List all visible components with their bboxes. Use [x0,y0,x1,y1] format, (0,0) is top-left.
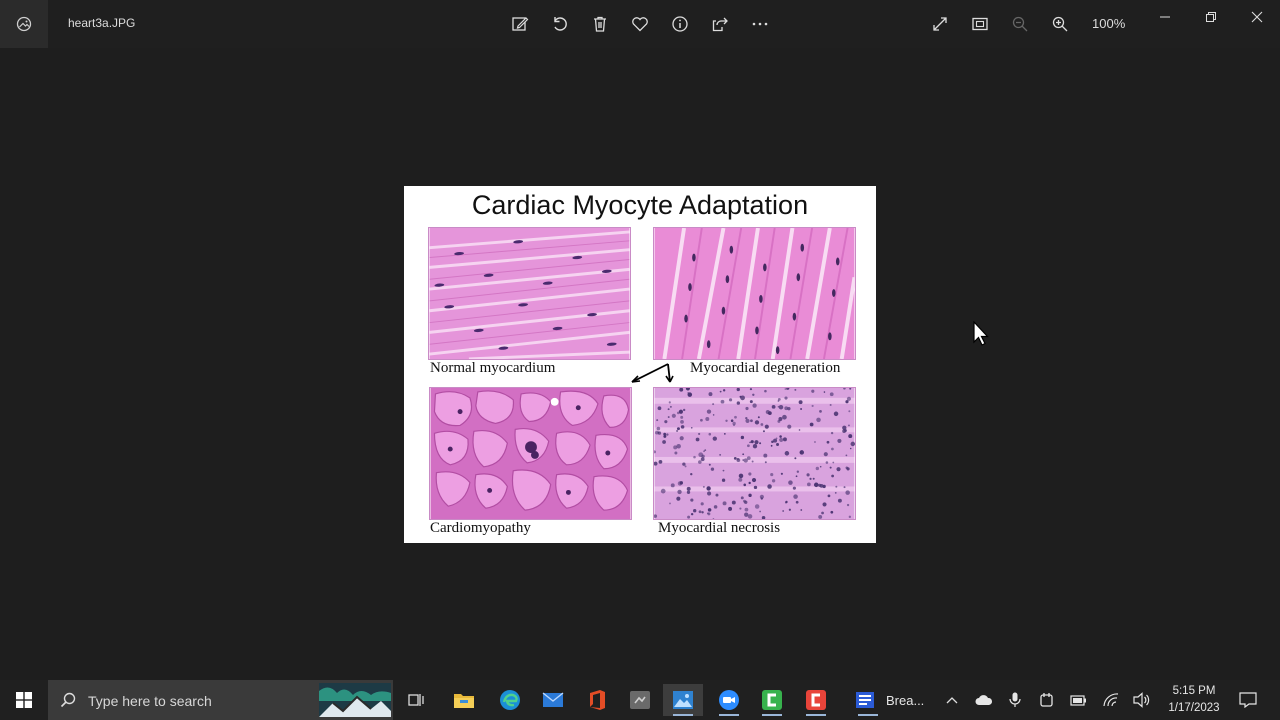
meet-now-button[interactable] [1037,690,1057,710]
clock-time: 5:15 PM [1172,685,1216,697]
rotate-icon [554,17,567,31]
slide-title: Cardiac Myocyte Adaptation [471,190,809,220]
running-indicator [858,714,878,716]
notifications-button[interactable] [1238,690,1258,710]
taskbar-app-gray[interactable] [620,684,660,716]
task-view-button[interactable] [396,684,436,716]
caption-cardiomyopathy: Cardiomyopathy [430,520,531,536]
clock-date: 1/17/2023 [1168,702,1220,714]
info-icon [672,16,688,32]
micrograph-cardiomyopathy [429,387,632,520]
share-button[interactable] [708,12,732,36]
search-placeholder: Type here to search [88,693,212,709]
photos-app-button[interactable] [0,0,48,48]
speaker-icon [1133,692,1150,708]
meet-now-icon [1040,693,1053,707]
zoom-level[interactable]: 100% [1092,16,1125,31]
taskbar-camtasia-red[interactable] [796,684,836,716]
taskbar-file-explorer[interactable] [444,684,484,716]
camtasia-green-icon [762,690,782,710]
caption-normal-myocardium: Normal myocardium [430,360,556,376]
rotate-button[interactable] [548,12,572,36]
edit-icon [512,17,529,31]
taskbar-search-box[interactable]: Type here to search [48,680,393,720]
taskbar-word-document[interactable]: Brea... [848,684,934,716]
micrograph-myocardial-necrosis [653,387,856,520]
start-button[interactable] [0,680,48,720]
taskbar-photos[interactable] [663,684,703,716]
zoom-in-button[interactable] [1048,12,1072,36]
chevron-up-icon [946,697,958,704]
search-icon [60,692,76,708]
micrograph-myocardial-degeneration [653,227,856,360]
favorite-button[interactable] [628,12,652,36]
volume-button[interactable] [1132,690,1152,710]
wifi-icon [1103,693,1119,707]
restore-button[interactable] [1196,6,1226,28]
running-indicator [719,714,739,716]
mail-icon [542,692,564,707]
active-indicator [673,714,693,716]
photos-toolbar: heart3a.JPG 100% [0,0,1280,48]
taskbar-clock[interactable]: 5:15 PM 1/17/2023 [1164,683,1224,717]
cloud-icon [975,695,993,705]
trash-icon [594,16,606,32]
actual-size-button[interactable] [968,12,992,36]
delete-button[interactable] [588,12,612,36]
folder-icon [454,694,474,708]
search-highlight-image [319,683,391,717]
running-indicator [806,714,826,716]
actual-size-icon [972,17,988,31]
office-icon [590,690,605,710]
taskbar-office[interactable] [577,684,617,716]
microphone-icon [1009,692,1021,707]
caption-myocardial-necrosis: Myocardial necrosis [658,520,781,536]
edit-image-button[interactable] [508,12,532,36]
zoom-out-icon [1012,16,1028,32]
heart-icon [632,17,648,32]
battery-plug-icon [1070,695,1086,706]
windows-logo-icon [16,692,32,708]
video-call-icon [719,690,739,710]
edge-browser-icon [500,690,520,710]
notification-icon [1239,692,1257,708]
share-icon [712,17,728,32]
mouse-cursor-icon [973,321,989,346]
word-document-label: Brea... [886,692,925,708]
taskbar-zoom[interactable] [709,684,749,716]
restore-icon [1206,12,1216,22]
more-icon [752,22,768,26]
zoom-in-icon [1052,16,1068,32]
running-indicator [762,714,782,716]
caption-myocardial-degeneration: Myocardial degeneration [690,360,841,376]
zoom-out-button[interactable] [1008,12,1032,36]
camtasia-red-icon [806,690,826,710]
photos-app-icon [16,16,32,32]
app-window-icon [630,691,650,709]
onedrive-button[interactable] [974,690,994,710]
arrow-icon [631,363,674,383]
taskbar: Type here to search Brea... 5:15 PM 1/17… [0,680,1280,720]
minimize-icon [1160,16,1170,18]
taskbar-camtasia-green[interactable] [752,684,792,716]
close-button[interactable] [1242,6,1272,28]
network-button[interactable] [1101,690,1121,710]
taskbar-edge[interactable] [490,684,530,716]
file-info-button[interactable] [668,12,692,36]
expand-icon [933,17,947,31]
battery-button[interactable] [1069,690,1089,710]
more-options-button[interactable] [748,12,772,36]
taskbar-mail[interactable] [533,684,573,716]
photos-icon [673,691,693,709]
task-view-icon [408,694,424,706]
fullscreen-button[interactable] [928,12,952,36]
show-hidden-icons-button[interactable] [942,690,962,710]
microphone-button[interactable] [1005,690,1025,710]
close-icon [1251,11,1263,23]
file-name: heart3a.JPG [68,16,136,30]
displayed-image[interactable]: Cardiac Myocyte Adaptation Normal myocar… [404,186,876,543]
word-icon [856,692,874,708]
micrograph-normal-myocardium [428,227,631,360]
minimize-button[interactable] [1150,6,1180,28]
